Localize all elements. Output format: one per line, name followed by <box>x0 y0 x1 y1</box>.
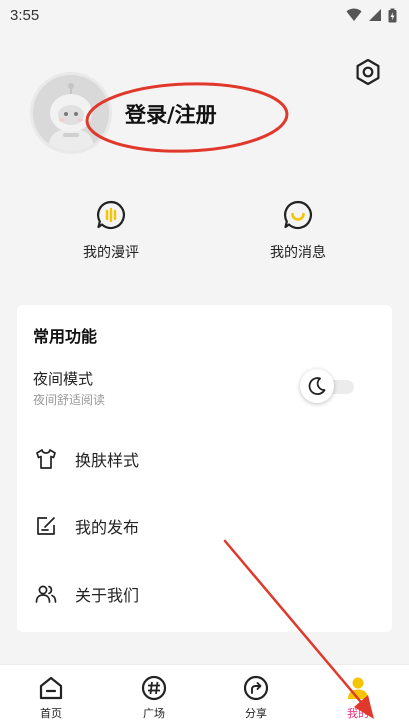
night-mode-toggle[interactable] <box>300 369 356 405</box>
hashtag-icon <box>141 675 167 701</box>
skin-style-row[interactable]: 换肤样式 <box>33 439 373 479</box>
my-messages-link[interactable]: 我的消息 <box>238 200 358 270</box>
edit-icon <box>33 513 59 539</box>
battery-icon <box>388 8 397 22</box>
tab-square-label: 广场 <box>143 707 165 720</box>
wifi-icon <box>346 8 362 21</box>
night-mode-label: 夜间模式 <box>33 370 94 388</box>
toggle-knob <box>300 369 334 403</box>
moon-icon <box>308 377 326 395</box>
common-functions-card: 常用功能 夜间模式 夜间舒适阅读 换肤样式 我的发布 关于我们 <box>17 305 392 632</box>
people-icon <box>33 581 59 607</box>
night-mode-subtitle: 夜间舒适阅读 <box>33 393 106 407</box>
gear-icon <box>356 58 380 86</box>
card-title: 常用功能 <box>33 327 98 346</box>
share-icon <box>243 675 269 701</box>
tab-mine-label: 我的 <box>347 707 369 720</box>
my-comments-link[interactable]: 我的漫评 <box>51 200 171 270</box>
my-messages-label: 我的消息 <box>270 245 326 261</box>
skin-style-label: 换肤样式 <box>75 451 140 470</box>
avatar[interactable] <box>30 72 112 154</box>
comment-icon <box>97 200 125 230</box>
tab-mine[interactable]: 我的 <box>323 675 393 721</box>
robot-avatar-icon <box>33 75 109 151</box>
my-comments-label: 我的漫评 <box>83 245 139 261</box>
my-posts-row[interactable]: 我的发布 <box>33 506 373 546</box>
shirt-icon <box>33 446 59 472</box>
tab-share[interactable]: 分享 <box>221 675 291 721</box>
login-register-link[interactable]: 登录/注册 <box>125 99 217 129</box>
tab-home[interactable]: 首页 <box>16 675 86 721</box>
about-us-label: 关于我们 <box>75 586 140 605</box>
tab-share-label: 分享 <box>245 707 267 720</box>
bottom-tab-bar: 首页 广场 分享 我的 <box>0 664 409 727</box>
home-icon <box>39 676 63 700</box>
status-icons <box>346 8 397 23</box>
tab-square[interactable]: 广场 <box>119 675 189 721</box>
status-bar: 3:55 <box>0 0 409 30</box>
status-time: 3:55 <box>10 6 40 24</box>
tab-home-label: 首页 <box>40 707 62 720</box>
signal-icon <box>369 9 381 21</box>
user-icon <box>348 677 368 699</box>
settings-button[interactable] <box>353 57 383 87</box>
about-us-row[interactable]: 关于我们 <box>33 574 373 614</box>
message-icon <box>284 200 312 230</box>
my-posts-label: 我的发布 <box>75 518 140 537</box>
